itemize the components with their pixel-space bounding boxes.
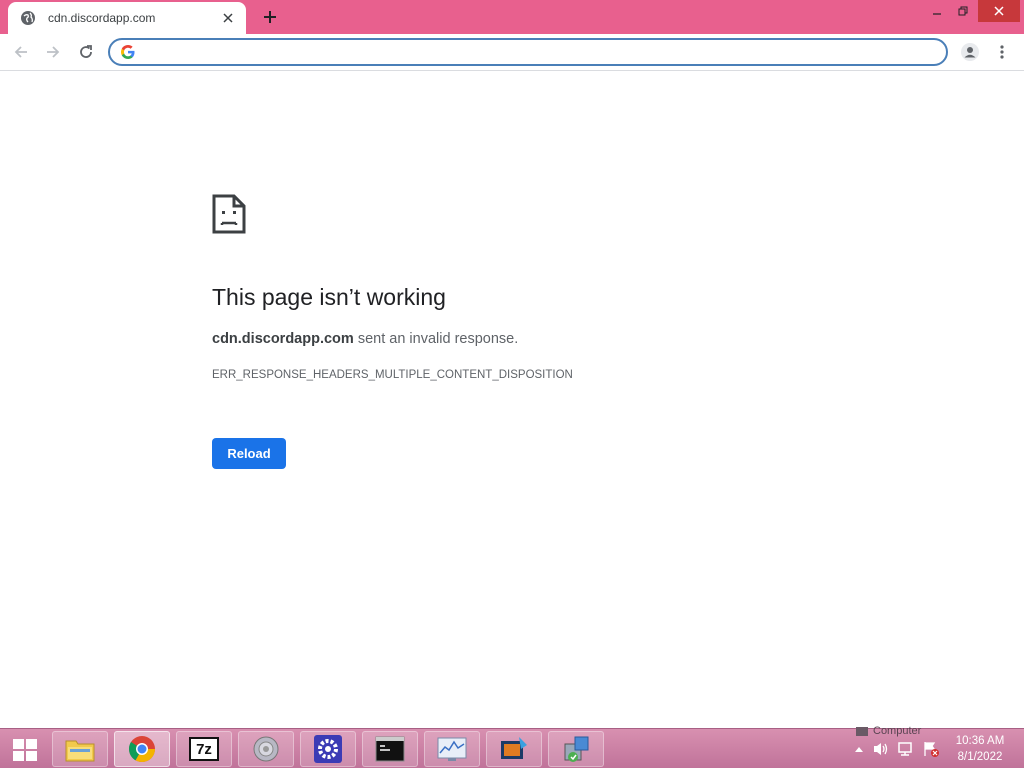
back-arrow-icon[interactable]: [8, 39, 34, 65]
browser-tab-active[interactable]: cdn.discordapp.com: [8, 2, 246, 34]
browser-toolbar: [0, 34, 1024, 71]
tab-title: cdn.discordapp.com: [48, 11, 156, 25]
browser-titlebar: cdn.discordapp.com: [0, 0, 1024, 34]
reload-icon[interactable]: [73, 39, 99, 65]
window-restore-icon[interactable]: [950, 0, 976, 22]
volume-icon[interactable]: [872, 740, 890, 758]
tray-show-hidden-icon[interactable]: [850, 740, 868, 758]
system-clock[interactable]: 10:36 AM 8/1/2022: [950, 733, 1010, 765]
google-g-icon: [120, 44, 136, 60]
error-host: cdn.discordapp.com: [212, 331, 354, 347]
window-close-icon[interactable]: [978, 0, 1020, 22]
performance-monitor-icon[interactable]: [424, 731, 480, 767]
address-bar[interactable]: [108, 38, 948, 66]
new-tab-plus-icon[interactable]: [258, 6, 282, 28]
windows-start-icon[interactable]: [4, 733, 46, 767]
speaker-app-icon[interactable]: [238, 731, 294, 767]
error-description-text: sent an invalid response.: [353, 331, 519, 347]
media-app-icon[interactable]: [486, 731, 542, 767]
chrome-icon[interactable]: [114, 731, 170, 767]
error-code: ERR_RESPONSE_HEADERS_MULTIPLE_CONTENT_DI…: [212, 369, 573, 381]
profile-avatar-icon[interactable]: [958, 40, 982, 64]
address-input[interactable]: [142, 41, 946, 63]
error-description: cdn.discordapp.com sent an invalid respo…: [212, 331, 518, 347]
clock-time: 10:36 AM: [955, 735, 1005, 747]
tray-overlay-text: Computer: [856, 725, 921, 737]
forward-arrow-icon[interactable]: [40, 39, 66, 65]
tab-close-icon[interactable]: [220, 10, 236, 26]
reload-button[interactable]: Reload: [212, 438, 286, 469]
command-prompt-icon[interactable]: [362, 731, 418, 767]
action-center-flag-icon[interactable]: [922, 740, 940, 758]
clock-date: 8/1/2022: [957, 751, 1003, 763]
kebab-menu-icon[interactable]: [992, 40, 1012, 64]
error-title: This page isn’t working: [212, 284, 446, 310]
7zip-icon[interactable]: 7z: [176, 731, 232, 767]
sad-page-icon: [212, 194, 246, 234]
file-explorer-icon[interactable]: [52, 731, 108, 767]
settings-gear-icon[interactable]: [300, 731, 356, 767]
window-minimize-icon[interactable]: [924, 0, 950, 22]
network-icon[interactable]: [897, 740, 915, 758]
computer-icon: [856, 726, 868, 736]
globe-icon: [20, 10, 36, 26]
tray-overlay-label: Computer: [873, 725, 922, 737]
installer-icon[interactable]: [548, 731, 604, 767]
7zip-label: 7z: [189, 737, 219, 761]
